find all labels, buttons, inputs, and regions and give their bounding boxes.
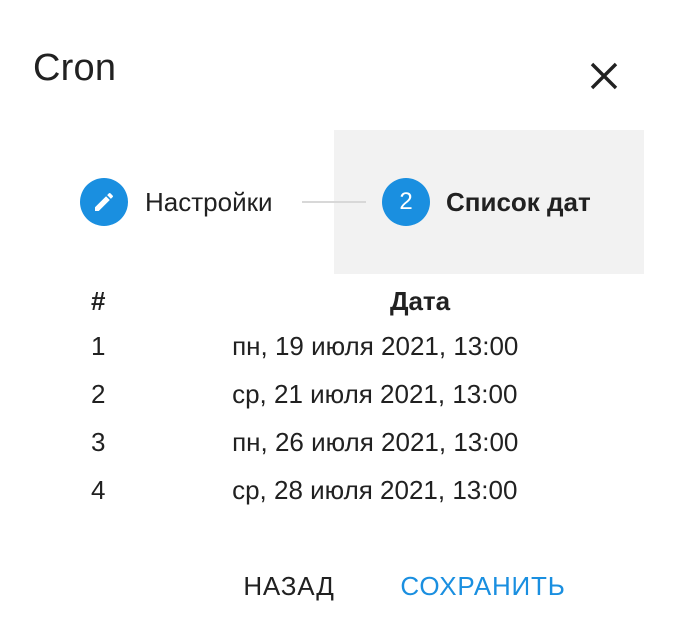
step-date-list[interactable]: 2 Список дат xyxy=(382,178,591,226)
row-number: 1 xyxy=(91,331,106,361)
row-number: 4 xyxy=(91,475,106,505)
row-number: 3 xyxy=(91,427,106,457)
dialog-title: Cron xyxy=(33,47,117,89)
dialog-actions: НАЗАД СОХРАНИТЬ xyxy=(0,560,674,612)
pencil-icon xyxy=(95,192,114,211)
close-button[interactable] xyxy=(580,52,628,100)
step-2-indicator: 2 xyxy=(382,178,430,226)
save-button[interactable]: СОХРАНИТЬ xyxy=(390,560,576,612)
stepper: Настройки 2 Список дат xyxy=(0,130,674,274)
row-date: ср, 21 июля 2021, 13:00 xyxy=(232,379,518,409)
step-settings[interactable]: Настройки xyxy=(80,178,273,226)
table-row: 3 пн, 26 июля 2021, 13:00 xyxy=(80,418,640,466)
row-date: ср, 28 июля 2021, 13:00 xyxy=(232,475,518,505)
step-2-label: Список дат xyxy=(446,187,591,217)
step-connector xyxy=(302,201,366,203)
row-date: пн, 19 июля 2021, 13:00 xyxy=(232,331,519,361)
cron-dialog: Cron Настройки 2 Список дат # Дата 1 пн,… xyxy=(0,0,674,634)
close-icon xyxy=(590,62,618,90)
dates-table: # Дата 1 пн, 19 июля 2021, 13:00 2 ср, 2… xyxy=(80,280,640,514)
table-row: 2 ср, 21 июля 2021, 13:00 xyxy=(80,370,640,418)
row-number: 2 xyxy=(91,379,106,409)
step-1-indicator xyxy=(80,178,128,226)
back-button[interactable]: НАЗАД xyxy=(228,560,350,612)
table-header-row: # Дата xyxy=(80,280,640,322)
column-header-number: # xyxy=(91,286,106,316)
table-row: 4 ср, 28 июля 2021, 13:00 xyxy=(80,466,640,514)
step-1-label: Настройки xyxy=(145,187,273,217)
column-header-date: Дата xyxy=(389,286,451,316)
table-row: 1 пн, 19 июля 2021, 13:00 xyxy=(80,322,640,370)
row-date: пн, 26 июля 2021, 13:00 xyxy=(232,427,519,457)
